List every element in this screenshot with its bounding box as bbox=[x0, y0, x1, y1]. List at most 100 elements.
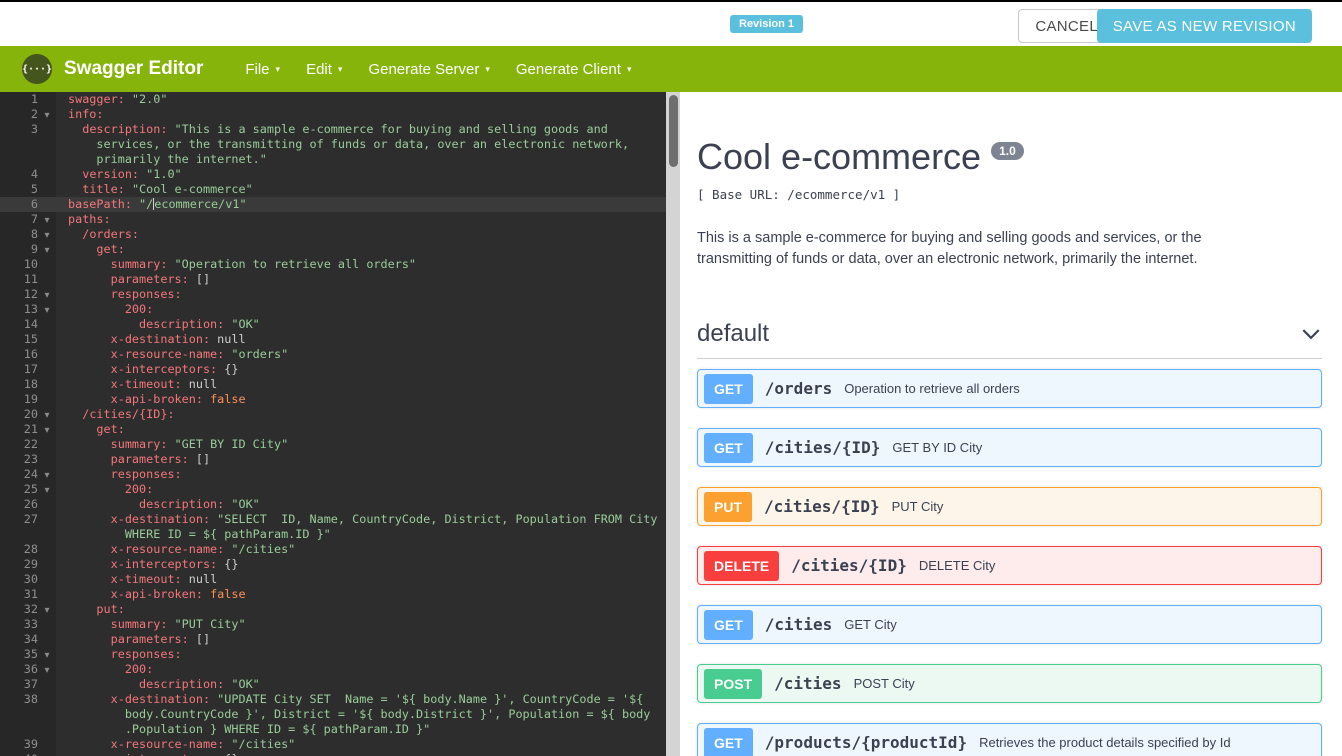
code-line[interactable]: 32 ▾ put: bbox=[0, 602, 666, 617]
code-line[interactable]: 6 basePath: "/ecommerce/v1" bbox=[0, 197, 666, 212]
code-line[interactable]: 5 title: "Cool e-commerce" bbox=[0, 182, 666, 197]
menu-file[interactable]: File ▾ bbox=[245, 61, 280, 78]
fold-arrow-icon[interactable]: ▾ bbox=[38, 108, 56, 123]
code-line[interactable]: 29 x-interceptors: {} bbox=[0, 557, 666, 572]
chevron-down-icon[interactable] bbox=[1300, 323, 1322, 345]
fold-arrow-icon[interactable]: ▾ bbox=[38, 243, 56, 258]
save-as-new-revision-button[interactable]: SAVE AS NEW REVISION bbox=[1096, 9, 1312, 43]
fold-arrow-icon[interactable]: ▾ bbox=[38, 483, 56, 498]
scrollbar-thumb[interactable] bbox=[668, 95, 678, 167]
code-line[interactable]: 40 x-interceptors: {} bbox=[0, 752, 666, 756]
code-text: basePath: "/ecommerce/v1" bbox=[68, 197, 247, 211]
code-line[interactable]: 22 summary: "GET BY ID City" bbox=[0, 437, 666, 452]
code-line[interactable]: 10 summary: "Operation to retrieve all o… bbox=[0, 257, 666, 272]
code-line[interactable]: 25 ▾ 200: bbox=[0, 482, 666, 497]
fold-arrow-icon[interactable]: ▾ bbox=[38, 648, 56, 663]
code-line[interactable]: 4 version: "1.0" bbox=[0, 167, 666, 182]
operation-row[interactable]: GET/cities/{ID} GET BY ID City bbox=[697, 428, 1322, 468]
code-line[interactable]: 16 x-resource-name: "orders" bbox=[0, 347, 666, 362]
line-number: 12 bbox=[23, 287, 38, 301]
code-line[interactable]: 30 x-timeout: null bbox=[0, 572, 666, 587]
code-line[interactable]: 34 parameters: [] bbox=[0, 632, 666, 647]
code-line[interactable]: 3 description: "This is a sample e-comme… bbox=[0, 122, 666, 137]
fold-arrow-icon[interactable]: ▾ bbox=[38, 663, 56, 678]
fold-arrow-icon[interactable]: ▾ bbox=[38, 303, 56, 318]
fold-arrow-icon[interactable]: ▾ bbox=[38, 603, 56, 618]
code-line[interactable]: 8 ▾ /orders: bbox=[0, 227, 666, 242]
code-line[interactable]: 27 x-destination: "SELECT ID, Name, Coun… bbox=[0, 512, 666, 527]
code-line[interactable]: 14 description: "OK" bbox=[0, 317, 666, 332]
code-line[interactable]: 18 x-timeout: null bbox=[0, 377, 666, 392]
code-text: paths: bbox=[68, 212, 111, 226]
code-line[interactable]: 11 parameters: [] bbox=[0, 272, 666, 287]
code-line[interactable]: 37 description: "OK" bbox=[0, 677, 666, 692]
code-line[interactable]: 20 ▾ /cities/{ID}: bbox=[0, 407, 666, 422]
code-text: primarily the internet." bbox=[68, 152, 267, 166]
code-line[interactable]: 26 description: "OK" bbox=[0, 497, 666, 512]
code-editor[interactable]: 1 swagger: "2.0" 2 ▾ info: 3 description: "Th… bbox=[0, 92, 666, 756]
operation-path: /cities/{ID} bbox=[791, 556, 907, 576]
line-number-gutter: 36 ▾ bbox=[0, 662, 56, 677]
line-number: 26 bbox=[23, 497, 38, 511]
tag-section-header[interactable]: default bbox=[697, 320, 1322, 360]
code-text: responses: bbox=[110, 287, 182, 301]
code-line[interactable]: 19 x-api-broken: false bbox=[0, 392, 666, 407]
operation-path: /cities/{ID} bbox=[764, 497, 880, 517]
code-line[interactable]: 24 ▾ responses: bbox=[0, 467, 666, 482]
editor-scrollbar[interactable] bbox=[666, 92, 680, 756]
operation-row[interactable]: PUT/cities/{ID} PUT City bbox=[697, 487, 1322, 527]
code-line[interactable]: 31 x-api-broken: false bbox=[0, 587, 666, 602]
fold-arrow-icon[interactable]: ▾ bbox=[38, 423, 56, 438]
code-line[interactable]: 39 x-resource-name: "/cities" bbox=[0, 737, 666, 752]
code-line[interactable]: 38 x-destination: "UPDATE City SET Name … bbox=[0, 692, 666, 707]
fold-arrow-icon[interactable]: ▾ bbox=[38, 288, 56, 303]
line-number-gutter: 22 bbox=[0, 437, 56, 452]
line-number-gutter: 21 ▾ bbox=[0, 422, 56, 437]
code-line[interactable]: primarily the internet." bbox=[0, 152, 666, 167]
line-number-gutter bbox=[0, 137, 56, 152]
code-line[interactable]: 7 ▾ paths: bbox=[0, 212, 666, 227]
code-line[interactable]: 33 summary: "PUT City" bbox=[0, 617, 666, 632]
fold-arrow-icon[interactable]: ▾ bbox=[38, 228, 56, 243]
code-line[interactable]: 17 x-interceptors: {} bbox=[0, 362, 666, 377]
code-line[interactable]: 2 ▾ info: bbox=[0, 107, 666, 122]
code-text: x-timeout: null bbox=[110, 377, 218, 391]
operation-row[interactable]: GET/products/{productId} Retrieves the pr… bbox=[697, 723, 1322, 756]
line-number: 8 bbox=[30, 227, 38, 241]
line-number: 35 bbox=[23, 647, 38, 661]
code-line[interactable]: 28 x-resource-name: "/cities" bbox=[0, 542, 666, 557]
code-line[interactable]: 13 ▾ 200: bbox=[0, 302, 666, 317]
method-badge: GET bbox=[704, 373, 753, 404]
code-line[interactable]: 15 x-destination: null bbox=[0, 332, 666, 347]
code-line[interactable]: 36 ▾ 200: bbox=[0, 662, 666, 677]
fold-arrow-icon[interactable]: ▾ bbox=[38, 213, 56, 228]
menu-edit[interactable]: Edit ▾ bbox=[306, 61, 342, 78]
operation-row[interactable]: GET/cities GET City bbox=[697, 605, 1322, 645]
line-number-gutter: 2 ▾ bbox=[0, 107, 56, 122]
operation-row[interactable]: DELETE/cities/{ID} DELETE City bbox=[697, 546, 1322, 586]
code-line[interactable]: 1 swagger: "2.0" bbox=[0, 92, 666, 107]
code-line[interactable]: 23 parameters: [] bbox=[0, 452, 666, 467]
code-line[interactable]: WHERE ID = ${ pathParam.ID }" bbox=[0, 527, 666, 542]
code-line[interactable]: 21 ▾ get: bbox=[0, 422, 666, 437]
code-text: x-interceptors: {} bbox=[110, 362, 239, 376]
chevron-down-icon: ▾ bbox=[626, 63, 632, 74]
fold-arrow-icon[interactable]: ▾ bbox=[38, 408, 56, 423]
operation-row[interactable]: POST/cities POST City bbox=[697, 664, 1322, 704]
code-line[interactable]: services, or the transmitting of funds o… bbox=[0, 137, 666, 152]
code-line[interactable]: .Population } WHERE ID = ${ pathParam.ID… bbox=[0, 722, 666, 737]
code-text: services, or the transmitting of funds o… bbox=[68, 137, 630, 151]
operation-row[interactable]: GET/orders Operation to retrieve all orde… bbox=[697, 369, 1322, 409]
code-text: x-interceptors: {} bbox=[110, 557, 239, 571]
menu-generate-server[interactable]: Generate Server ▾ bbox=[368, 61, 489, 78]
line-number-gutter: 29 bbox=[0, 557, 56, 572]
line-number: 14 bbox=[23, 317, 38, 331]
code-line[interactable]: 35 ▾ responses: bbox=[0, 647, 666, 662]
menu-generate-client[interactable]: Generate Client ▾ bbox=[516, 61, 632, 78]
code-line[interactable]: 9 ▾ get: bbox=[0, 242, 666, 257]
swagger-logo-icon: {···} bbox=[22, 54, 52, 84]
fold-arrow-icon[interactable]: ▾ bbox=[38, 468, 56, 483]
line-number-gutter: 4 bbox=[0, 167, 56, 182]
code-line[interactable]: body.CountryCode }', District = '${ body… bbox=[0, 707, 666, 722]
code-line[interactable]: 12 ▾ responses: bbox=[0, 287, 666, 302]
